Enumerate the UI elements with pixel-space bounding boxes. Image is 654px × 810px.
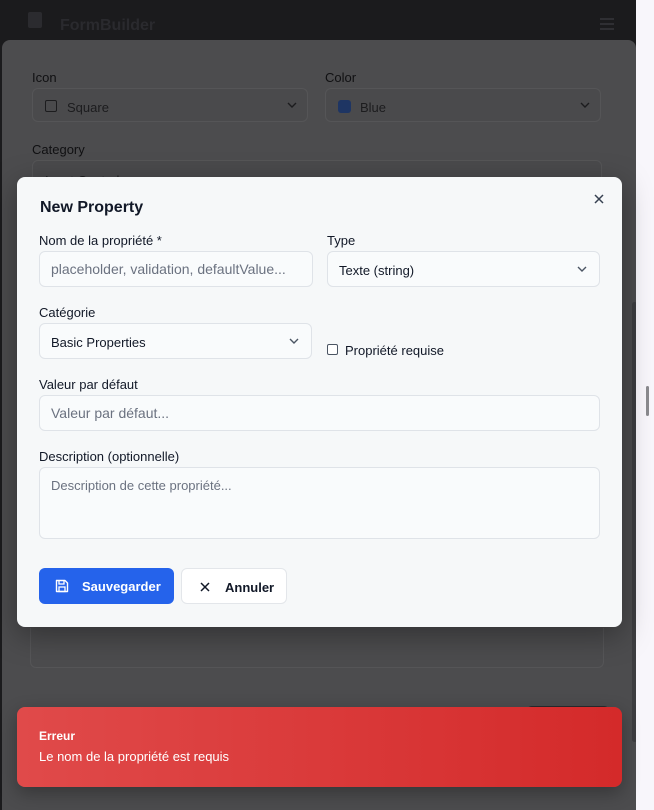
category-label: Catégorie — [39, 305, 96, 320]
category-field-label: Category — [32, 142, 85, 157]
required-checkbox[interactable] — [327, 344, 338, 355]
top-bar: FormBuilder — [0, 0, 636, 44]
type-select[interactable]: Texte (string) — [327, 251, 600, 287]
window-gutter — [636, 0, 654, 810]
chevron-down-icon — [289, 338, 299, 344]
square-icon — [45, 100, 57, 112]
toast-title: Erreur — [39, 729, 76, 743]
color-field-label: Color — [325, 70, 357, 85]
hamburger-menu-icon[interactable] — [600, 18, 614, 30]
background-card — [30, 628, 604, 668]
required-checkbox-label[interactable]: Propriété requise — [345, 343, 444, 358]
save-button-label: Sauvegarder — [82, 579, 161, 594]
default-value-input[interactable] — [39, 395, 600, 431]
description-textarea[interactable] — [39, 467, 600, 539]
color-select-value: Blue — [360, 100, 387, 115]
cancel-button[interactable]: Annuler — [181, 568, 287, 604]
close-icon[interactable] — [591, 191, 607, 207]
type-label: Type — [327, 233, 356, 248]
default-value-label: Valeur par défaut — [39, 377, 138, 392]
cancel-button-label: Annuler — [225, 580, 275, 595]
chevron-down-icon — [577, 266, 587, 272]
property-name-input[interactable] — [39, 251, 313, 287]
chevron-down-icon — [580, 102, 590, 108]
icon-field-label: Icon — [32, 70, 57, 85]
chevron-down-icon — [287, 102, 297, 108]
icon-select-value: Square — [67, 100, 109, 115]
resize-handle[interactable] — [646, 386, 649, 416]
color-swatch — [338, 100, 351, 113]
type-select-value: Texte (string) — [339, 263, 415, 278]
category-select[interactable]: Basic Properties — [39, 323, 312, 359]
category-select-value: Basic Properties — [51, 335, 146, 350]
error-toast[interactable]: Erreur Le nom de la propriété est requis — [17, 707, 622, 787]
property-name-label: Nom de la propriété * — [39, 233, 162, 248]
app-title: FormBuilder — [60, 17, 156, 34]
new-property-dialog: New Property Nom de la propriété * Type … — [17, 177, 622, 627]
icon-select[interactable]: Square — [32, 88, 308, 122]
x-icon — [200, 582, 210, 592]
dialog-title: New Property — [40, 199, 144, 216]
save-button[interactable]: Sauvegarder — [39, 568, 174, 604]
color-select[interactable]: Blue — [325, 88, 601, 122]
floppy-disk-icon — [55, 579, 69, 593]
toast-message: Le nom de la propriété est requis — [39, 749, 230, 764]
description-label: Description (optionnelle) — [39, 449, 180, 464]
app-logo-icon — [28, 12, 42, 28]
